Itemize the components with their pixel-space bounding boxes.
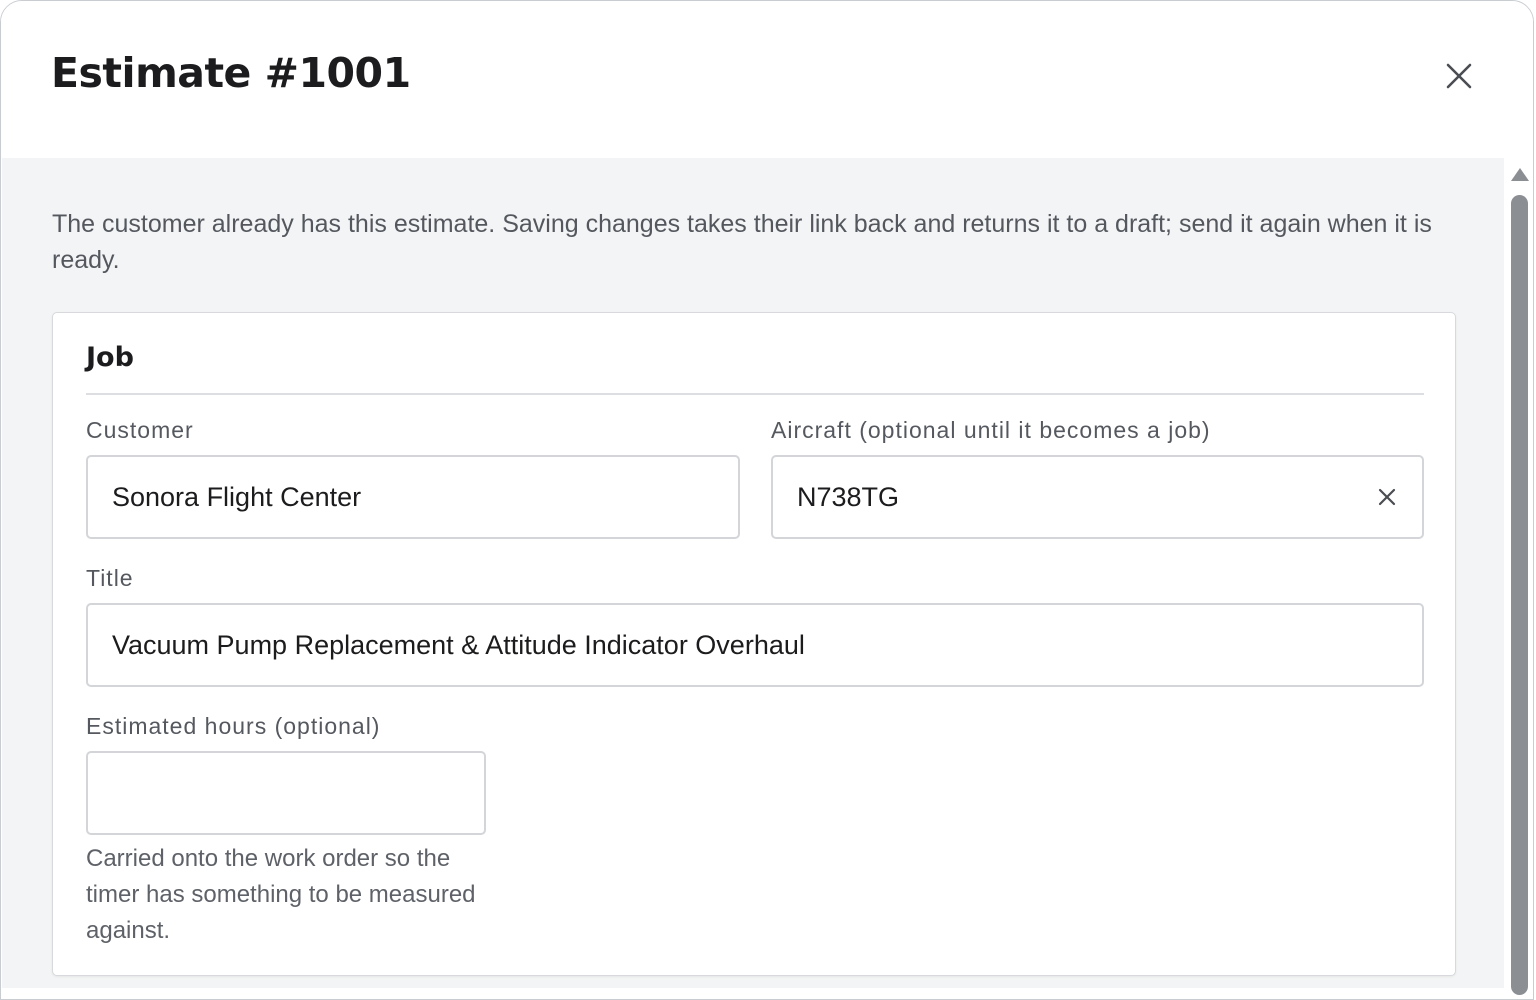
customer-field[interactable] — [86, 455, 740, 539]
estimated-hours-input[interactable] — [112, 753, 484, 833]
customer-input[interactable] — [112, 457, 738, 537]
title-label: Title — [86, 565, 134, 591]
modal-title: Estimate #1001 — [51, 49, 411, 97]
estimated-hours-label: Estimated hours (optional) — [86, 713, 381, 739]
job-section-title: Job — [86, 342, 134, 373]
close-button[interactable] — [1437, 54, 1481, 98]
clear-icon — [1378, 488, 1396, 506]
scroll-thumb[interactable] — [1511, 195, 1528, 995]
title-input[interactable] — [112, 605, 1422, 685]
aircraft-label: Aircraft (optional until it becomes a jo… — [771, 417, 1211, 443]
modal-header: Estimate #1001 — [1, 1, 1533, 158]
sent-estimate-notice: The customer already has this estimate. … — [52, 210, 1432, 274]
aircraft-clear-button[interactable] — [1374, 484, 1400, 510]
modal-body: The customer already has this estimate. … — [2, 158, 1504, 988]
customer-label: Customer — [86, 417, 194, 443]
vertical-scrollbar[interactable] — [1505, 158, 1533, 995]
job-card: Job Customer Aircraft (optional until it… — [52, 312, 1456, 976]
aircraft-input[interactable] — [797, 457, 1422, 537]
close-icon — [1446, 63, 1472, 89]
estimated-hours-hint: Carried onto the work order so the timer… — [86, 845, 476, 944]
aircraft-field[interactable] — [771, 455, 1424, 539]
estimate-modal: Estimate #1001 The customer already has … — [0, 0, 1534, 1000]
scroll-up-arrow-icon[interactable] — [1511, 168, 1529, 181]
estimated-hours-field[interactable] — [86, 751, 486, 835]
title-field[interactable] — [86, 603, 1424, 687]
section-divider — [86, 393, 1424, 395]
